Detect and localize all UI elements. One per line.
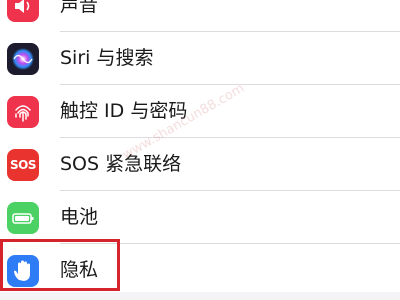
settings-item-battery[interactable]: 电池 bbox=[0, 191, 400, 244]
speaker-icon bbox=[7, 0, 39, 22]
list-bottom-edge bbox=[0, 292, 400, 300]
fingerprint-icon bbox=[7, 96, 39, 128]
settings-item-touch-id[interactable]: 触控 ID 与密码 bbox=[0, 85, 400, 138]
sos-icon-text: SOS bbox=[10, 158, 37, 172]
hand-icon bbox=[7, 255, 39, 287]
settings-item-label: Siri 与搜索 bbox=[60, 47, 154, 69]
sos-icon: SOS bbox=[7, 149, 39, 181]
settings-item-sound[interactable]: 声音 bbox=[0, 0, 400, 32]
settings-item-label: 电池 bbox=[60, 206, 99, 228]
settings-item-label: 声音 bbox=[60, 0, 99, 16]
settings-item-privacy[interactable]: 隐私 bbox=[0, 244, 400, 297]
settings-screen: 声音 Siri 与搜索 触控 ID 与密码 SOS SOS 紧急联络 电池 隐私… bbox=[0, 0, 400, 300]
settings-item-emergency-sos[interactable]: SOS SOS 紧急联络 bbox=[0, 138, 400, 191]
settings-item-label: 隐私 bbox=[60, 259, 99, 281]
siri-icon bbox=[7, 43, 39, 75]
settings-item-label: SOS 紧急联络 bbox=[60, 153, 182, 175]
settings-item-label: 触控 ID 与密码 bbox=[60, 100, 188, 122]
battery-icon bbox=[7, 202, 39, 234]
settings-list: 声音 Siri 与搜索 触控 ID 与密码 SOS SOS 紧急联络 电池 隐私 bbox=[0, 0, 400, 297]
settings-item-siri[interactable]: Siri 与搜索 bbox=[0, 32, 400, 85]
